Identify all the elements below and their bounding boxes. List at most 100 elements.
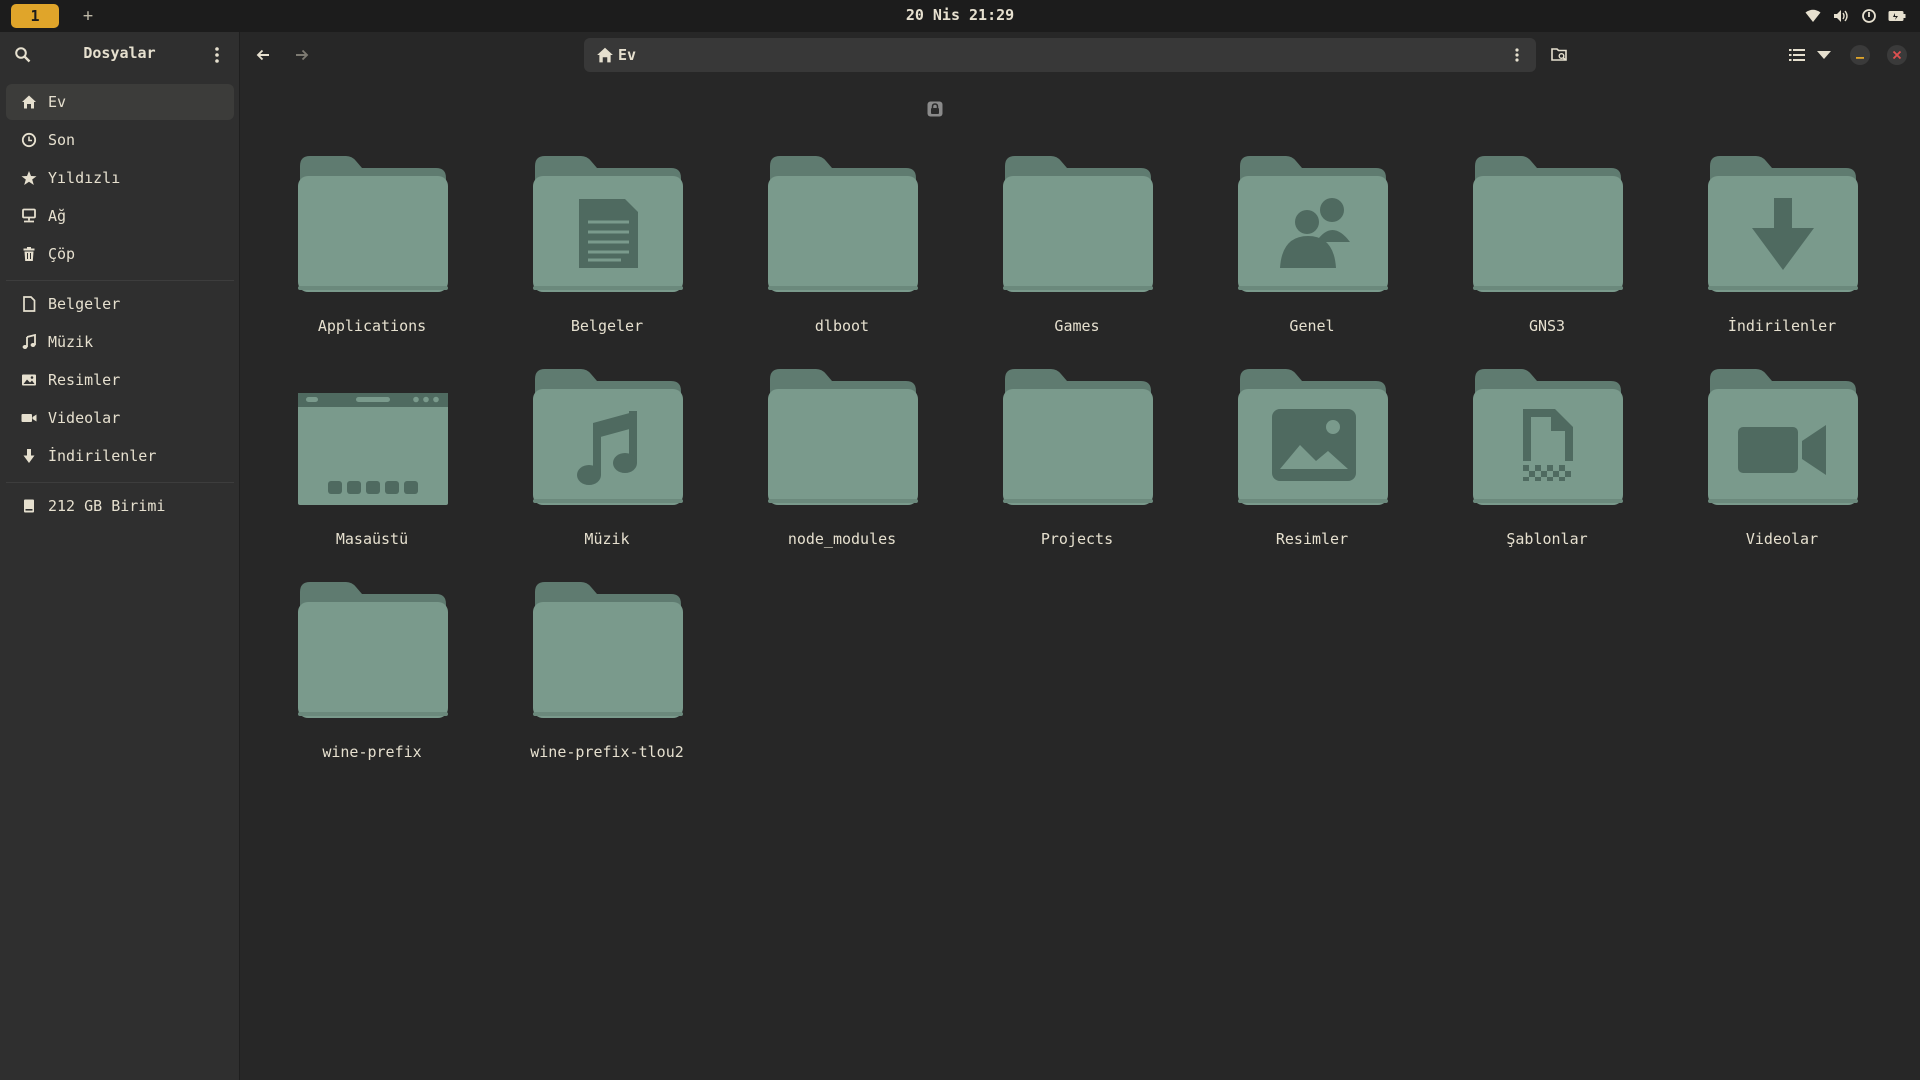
sidebar-item-recent[interactable]: Son — [6, 122, 234, 158]
sidebar-divider — [6, 482, 234, 483]
folder-item[interactable]: İndirilenler — [1682, 112, 1882, 335]
file-name: node_modules — [787, 530, 897, 548]
folder-item[interactable]: Applications — [272, 112, 472, 335]
folder-item[interactable]: GNS3 — [1447, 112, 1647, 335]
breadcrumb[interactable]: Ev — [618, 46, 636, 64]
sidebar-item-label: İndirilenler — [48, 447, 157, 465]
sidebar-item-label: Ev — [48, 93, 67, 111]
folder-icon — [298, 582, 448, 718]
downloads-folder-icon — [1708, 156, 1858, 292]
sidebar-item-videos[interactable]: Videolar — [6, 400, 234, 436]
minimize-button[interactable] — [1850, 45, 1870, 65]
list-view-icon[interactable] — [1786, 44, 1808, 66]
close-icon — [1892, 50, 1902, 60]
folder-icon — [768, 369, 918, 505]
chevron-down-icon[interactable] — [1813, 44, 1835, 66]
file-name: Videolar — [1745, 530, 1819, 548]
drive-icon — [20, 497, 38, 515]
sidebar-item-label: Son — [48, 131, 76, 149]
video-icon — [20, 409, 38, 427]
app-title: Dosyalar — [83, 44, 156, 62]
folder-item[interactable]: Belgeler — [507, 112, 707, 335]
document-icon — [20, 295, 38, 313]
file-name: Şablonlar — [1506, 530, 1588, 548]
sidebar: Dosyalar Ev Son Yıldızlı Ağ Çöp Belgeler… — [0, 32, 240, 1080]
folder-icon — [1003, 369, 1153, 505]
clock-icon — [20, 131, 38, 149]
folder-icon — [533, 582, 683, 718]
sidebar-item-label: Yıldızlı — [48, 169, 121, 187]
folder-item[interactable]: Masaüstü — [272, 325, 472, 548]
top-bar: 1 + 20 Nis 21:29 — [0, 0, 1920, 32]
home-icon — [20, 93, 38, 111]
battery-icon[interactable] — [1888, 7, 1906, 25]
folder-item[interactable]: wine-prefix — [272, 538, 472, 761]
sidebar-item-network[interactable]: Ağ — [6, 198, 234, 234]
sidebar-item-pictures[interactable]: Resimler — [6, 362, 234, 398]
sidebar-item-label: Videolar — [48, 409, 121, 427]
sidebar-item-label: Çöp — [48, 245, 76, 263]
file-name: Projects — [1040, 530, 1114, 548]
trash-icon — [20, 245, 38, 263]
search-folder-icon[interactable] — [1549, 44, 1571, 66]
sidebar-item-starred[interactable]: Yıldızlı — [6, 160, 234, 196]
sidebar-item-volume[interactable]: 212 GB Birimi — [6, 488, 234, 524]
sidebar-item-label: Belgeler — [48, 295, 121, 313]
volume-icon[interactable] — [1832, 7, 1850, 25]
folder-icon — [1473, 156, 1623, 292]
music-icon — [20, 333, 38, 351]
folder-item[interactable]: Resimler — [1212, 325, 1412, 548]
forward-button[interactable] — [290, 44, 314, 66]
sidebar-header: Dosyalar — [0, 32, 239, 76]
folder-icon — [768, 156, 918, 292]
templates-folder-icon — [1473, 369, 1623, 505]
sidebar-item-music[interactable]: Müzik — [6, 324, 234, 360]
power-icon[interactable] — [1860, 7, 1878, 25]
back-button[interactable] — [251, 44, 275, 66]
sidebar-item-label: Resimler — [48, 371, 121, 389]
system-tray — [1804, 7, 1906, 25]
close-button[interactable] — [1887, 45, 1907, 65]
sidebar-item-label: Ağ — [48, 207, 67, 225]
sidebar-item-label: 212 GB Birimi — [48, 497, 166, 515]
folder-item[interactable]: Genel — [1212, 112, 1412, 335]
pictures-folder-icon — [1238, 369, 1388, 505]
download-icon — [20, 447, 38, 465]
workspace-indicator[interactable]: 1 — [11, 4, 59, 28]
location-bar[interactable]: Ev — [584, 38, 1536, 72]
folder-item[interactable]: Şablonlar — [1447, 325, 1647, 548]
videos-folder-icon — [1708, 369, 1858, 505]
lock-icon — [927, 101, 943, 117]
folder-item[interactable]: Videolar — [1682, 325, 1882, 548]
arrow-left-icon — [256, 49, 269, 61]
minimize-icon — [1856, 57, 1864, 59]
sidebar-item-label: Müzik — [48, 333, 94, 351]
folder-item[interactable]: Games — [977, 112, 1177, 335]
file-name: Resimler — [1275, 530, 1349, 548]
arrow-right-icon — [296, 49, 309, 61]
music-folder-icon — [533, 369, 683, 505]
sidebar-item-home[interactable]: Ev — [6, 84, 234, 120]
sidebar-divider — [6, 280, 234, 281]
app-menu-icon[interactable] — [208, 45, 226, 65]
folder-item[interactable]: wine-prefix-tlou2 — [507, 538, 707, 761]
desktop-folder-icon — [298, 393, 448, 505]
folder-item[interactable]: node_modules — [742, 325, 942, 548]
folder-item[interactable]: dlboot — [742, 112, 942, 335]
folder-item[interactable]: Projects — [977, 325, 1177, 548]
file-name: wine-prefix — [322, 743, 422, 761]
network-icon — [20, 207, 38, 225]
folder-item[interactable]: Müzik — [507, 325, 707, 548]
clock[interactable]: 20 Nis 21:29 — [860, 0, 1060, 32]
file-grid: Applications Belgeler dlboot Games Genel… — [240, 72, 1920, 1080]
star-icon — [20, 169, 38, 187]
sidebar-item-documents[interactable]: Belgeler — [6, 286, 234, 322]
add-workspace-button[interactable]: + — [78, 4, 98, 28]
documents-folder-icon — [533, 156, 683, 292]
folder-icon — [1003, 156, 1153, 292]
sidebar-item-downloads[interactable]: İndirilenler — [6, 438, 234, 474]
wifi-icon[interactable] — [1804, 7, 1822, 25]
sidebar-item-trash[interactable]: Çöp — [6, 236, 234, 272]
public-folder-icon — [1238, 156, 1388, 292]
location-menu-icon[interactable] — [1508, 46, 1526, 64]
